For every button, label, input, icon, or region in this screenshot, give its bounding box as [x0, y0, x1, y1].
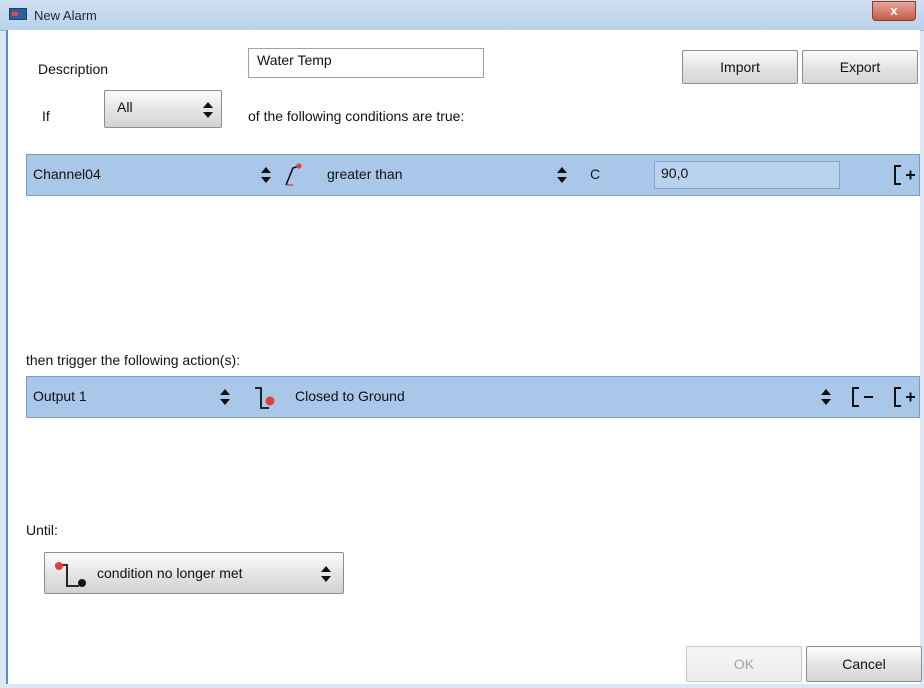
- rising-edge-icon[interactable]: [283, 162, 309, 188]
- condition-release-icon: [55, 562, 86, 587]
- until-select-arrows-icon: [321, 566, 331, 582]
- until-select[interactable]: condition no longer met: [44, 552, 344, 594]
- if-label: If: [42, 108, 50, 124]
- new-alarm-dialog: New Alarm x Description Water Temp Impor…: [0, 0, 924, 688]
- app-icon: [9, 8, 27, 20]
- description-input[interactable]: Water Temp: [248, 48, 484, 78]
- match-mode-select[interactable]: All: [104, 90, 222, 128]
- action-row: Output 1 Closed to Ground: [26, 376, 920, 418]
- window-title: New Alarm: [34, 8, 97, 23]
- output-select-arrows-icon[interactable]: [220, 389, 230, 405]
- until-value: condition no longer met: [97, 565, 243, 581]
- unit-label: C: [590, 166, 601, 182]
- title-bar[interactable]: New Alarm x: [0, 0, 924, 31]
- closed-to-ground-icon: [255, 387, 275, 409]
- channel-select-arrows-icon[interactable]: [261, 167, 271, 183]
- channel-select[interactable]: Channel04: [33, 166, 101, 182]
- state-select-arrows-icon[interactable]: [821, 389, 831, 405]
- export-button[interactable]: Export: [802, 50, 918, 84]
- match-mode-value: All: [117, 99, 133, 115]
- operator-select-arrows-icon[interactable]: [557, 167, 567, 183]
- close-button[interactable]: x: [872, 1, 916, 21]
- cancel-button[interactable]: Cancel: [806, 646, 922, 682]
- condition-row: Channel04 greater than C 90,0: [26, 154, 920, 196]
- select-arrows-icon: [203, 102, 213, 118]
- output-select[interactable]: Output 1: [33, 388, 87, 404]
- ok-button[interactable]: OK: [686, 646, 802, 682]
- import-button[interactable]: Import: [682, 50, 798, 84]
- threshold-value-input[interactable]: 90,0: [654, 161, 840, 189]
- remove-action-icon[interactable]: [851, 386, 875, 408]
- until-label: Until:: [26, 522, 58, 538]
- actions-label: then trigger the following action(s):: [26, 352, 240, 368]
- add-condition-icon[interactable]: [893, 164, 917, 186]
- dialog-body: Description Water Temp Import Export If …: [6, 30, 922, 684]
- description-label: Description: [38, 61, 109, 77]
- operator-select[interactable]: greater than: [327, 166, 403, 182]
- state-select[interactable]: Closed to Ground: [295, 388, 405, 404]
- add-action-icon[interactable]: [893, 386, 917, 408]
- conditions-text: of the following conditions are true:: [248, 108, 465, 124]
